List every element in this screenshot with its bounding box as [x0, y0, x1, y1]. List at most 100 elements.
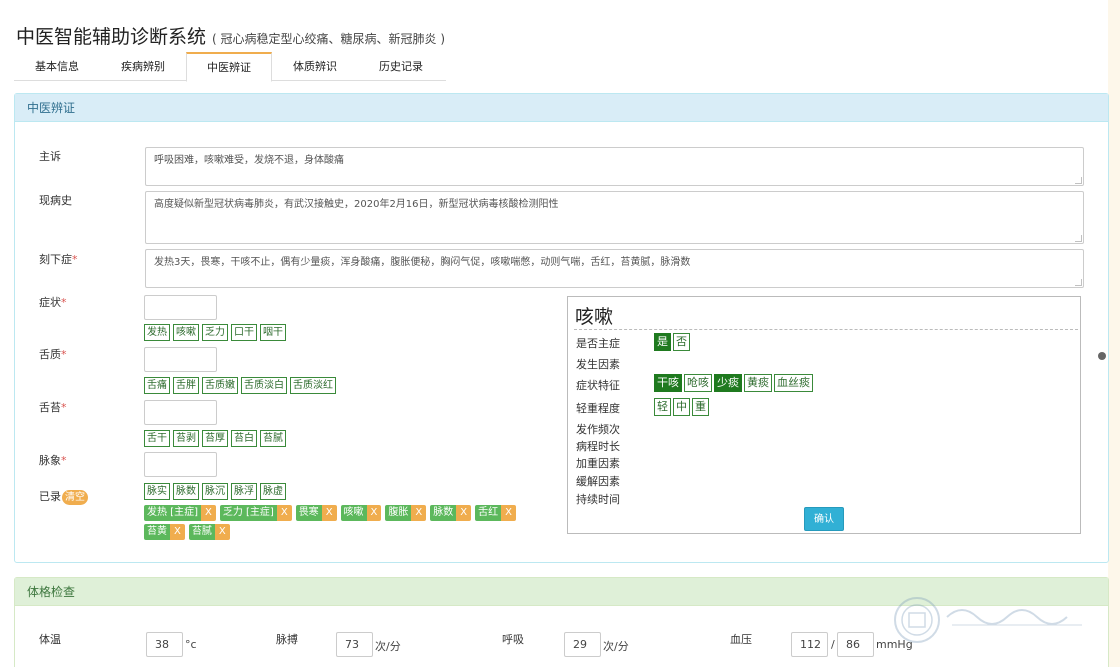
- symptom-chip[interactable]: 咽干: [260, 324, 286, 341]
- tongue-chip[interactable]: 舌质嫩: [202, 377, 238, 394]
- option-yellow-phlegm[interactable]: 黄痰: [744, 374, 772, 392]
- option-yes[interactable]: 是: [654, 333, 671, 351]
- tongue-chip[interactable]: 舌痛: [144, 377, 170, 394]
- remove-tag-button[interactable]: X: [214, 524, 230, 540]
- pulse-rate-label: 脉搏: [276, 633, 298, 646]
- recorded-label: 已录 清空: [39, 488, 88, 505]
- systolic-input[interactable]: 112: [791, 632, 828, 657]
- symptom-chips: 发热 咳嗽 乏力 口干 咽干: [144, 324, 286, 341]
- diastolic-input[interactable]: 86: [837, 632, 874, 657]
- remove-tag-button[interactable]: X: [411, 505, 427, 521]
- present-history-label: 现病史: [39, 194, 72, 207]
- remove-tag-button[interactable]: X: [321, 505, 337, 521]
- option-no[interactable]: 否: [673, 333, 690, 351]
- pulse-rate-input[interactable]: 73: [336, 632, 373, 657]
- remove-tag-button[interactable]: X: [170, 524, 185, 540]
- tongue-chip[interactable]: 舌质淡红: [290, 377, 336, 394]
- divider: [574, 329, 1078, 330]
- remove-tag-button[interactable]: X: [200, 505, 216, 521]
- recorded-tag: 舌红 X: [475, 505, 516, 521]
- detail-row-relieving: 缓解因素: [576, 475, 620, 488]
- option-severe[interactable]: 重: [692, 398, 709, 416]
- option-blood-phlegm[interactable]: 血丝痰: [774, 374, 813, 392]
- pulse-chip[interactable]: 脉数: [173, 483, 199, 500]
- bp-separator: /: [831, 638, 835, 651]
- remove-tag-button[interactable]: X: [366, 505, 382, 521]
- app-title: 中医智能辅助诊断系统 ( 冠心病稳定型心绞痛、糖尿病、新冠肺炎 ): [16, 22, 445, 49]
- pulse-chip[interactable]: 脉浮: [231, 483, 257, 500]
- detail-row-duration: 病程时长: [576, 440, 620, 453]
- coating-chip[interactable]: 苔厚: [202, 430, 228, 447]
- tongue-label: 舌质*: [39, 348, 67, 361]
- coating-input[interactable]: [144, 400, 217, 425]
- option-choking-cough[interactable]: 呛咳: [684, 374, 712, 392]
- tab-disease-identification[interactable]: 疾病辨别: [100, 52, 186, 81]
- current-symptoms-label: 刻下症*: [39, 253, 78, 266]
- tab-tcm-differentiation[interactable]: 中医辨证: [186, 52, 272, 82]
- recorded-tag: 发热 [主症] X: [144, 505, 216, 521]
- option-mild[interactable]: 轻: [654, 398, 671, 416]
- app-title-text: 中医智能辅助诊断系统: [16, 26, 207, 48]
- option-little-phlegm[interactable]: 少痰: [714, 374, 742, 392]
- tongue-chips: 舌痛 舌胖 舌质嫩 舌质淡白 舌质淡红: [144, 377, 336, 394]
- tab-constitution[interactable]: 体质辨识: [272, 52, 358, 81]
- remove-tag-button[interactable]: X: [276, 505, 292, 521]
- detail-row-main-symptom: 是否主症: [576, 337, 620, 350]
- recorded-tag: 苔黄 X: [144, 524, 185, 540]
- temperature-label: 体温: [39, 633, 61, 646]
- symptom-chip[interactable]: 发热: [144, 324, 170, 341]
- remove-tag-button[interactable]: X: [456, 505, 472, 521]
- pulse-chip[interactable]: 脉实: [144, 483, 170, 500]
- respiration-label: 呼吸: [502, 633, 524, 646]
- tab-bar: 基本信息 疾病辨别 中医辨证 体质辨识 历史记录: [14, 52, 446, 82]
- remove-tag-button[interactable]: X: [501, 505, 516, 521]
- detail-row-cause: 发生因素: [576, 358, 620, 371]
- detail-row-frequency: 发作频次: [576, 423, 620, 436]
- symptom-label: 症状*: [39, 296, 67, 309]
- clear-button[interactable]: 清空: [62, 490, 88, 505]
- present-history-textarea[interactable]: 高度疑似新型冠状病毒肺炎，有武汉接触史，2020年2月16日，新型冠状病毒核酸检…: [145, 191, 1084, 244]
- symptom-chip[interactable]: 口干: [231, 324, 257, 341]
- pulse-label: 脉象*: [39, 454, 67, 467]
- option-dry-cough[interactable]: 干咳: [654, 374, 682, 392]
- tab-basic-info[interactable]: 基本信息: [14, 52, 100, 81]
- recorded-row: 苔黄 X 苔腻 X: [144, 524, 544, 540]
- recorded-tag: 腹胀 X: [385, 505, 427, 521]
- symptom-detail-card: 咳嗽 是否主症 是 否 发生因素 症状特征 干咳 呛咳 少痰 黄痰 血丝痰 轻重…: [567, 296, 1081, 534]
- pulse-chip[interactable]: 脉虚: [260, 483, 286, 500]
- pulse-rate-unit: 次/分: [375, 640, 401, 653]
- chief-complaint-textarea[interactable]: 呼吸困难，咳嗽难受，发烧不退，身体酸痛: [145, 147, 1084, 186]
- page-dot: [1098, 352, 1106, 360]
- coating-label: 舌苔*: [39, 401, 67, 414]
- watermark-logo: [894, 597, 1082, 643]
- feature-options: 干咳 呛咳 少痰 黄痰 血丝痰: [654, 374, 813, 392]
- recorded-tag: 乏力 [主症] X: [219, 505, 292, 521]
- symptom-input[interactable]: [144, 295, 217, 320]
- page: 中医智能辅助诊断系统 ( 冠心病稳定型心绞痛、糖尿病、新冠肺炎 ) 基本信息 疾病…: [0, 0, 1109, 667]
- symptom-chip[interactable]: 乏力: [202, 324, 228, 341]
- pulse-chip[interactable]: 脉沉: [202, 483, 228, 500]
- respiration-input[interactable]: 29: [564, 632, 601, 657]
- coating-chip[interactable]: 舌干: [144, 430, 170, 447]
- coating-chip[interactable]: 苔白: [231, 430, 257, 447]
- coating-chip[interactable]: 苔腻: [260, 430, 286, 447]
- temperature-input[interactable]: 38: [146, 632, 183, 657]
- current-symptoms-textarea[interactable]: 发热3天，畏寒，干咳不止，偶有少量痰，浑身酸痛，腹胀便秘，胸闷气促，咳嗽喘憋，动…: [145, 249, 1084, 288]
- main-symptom-options: 是 否: [654, 333, 690, 351]
- tongue-input[interactable]: [144, 347, 217, 372]
- tongue-chip[interactable]: 舌胖: [173, 377, 199, 394]
- coating-chips: 舌干 苔剥 苔厚 苔白 苔腻: [144, 430, 286, 447]
- tab-history[interactable]: 历史记录: [358, 52, 444, 81]
- symptom-chip[interactable]: 咳嗽: [173, 324, 199, 341]
- temperature-unit: °c: [185, 638, 197, 651]
- tongue-chip[interactable]: 舌质淡白: [241, 377, 287, 394]
- confirm-button[interactable]: 确认: [804, 507, 844, 531]
- pulse-chips: 脉实 脉数 脉沉 脉浮 脉虚: [144, 483, 286, 500]
- panel-title: 中医辨证: [15, 94, 1108, 122]
- blood-pressure-label: 血压: [730, 633, 752, 646]
- option-moderate[interactable]: 中: [673, 398, 690, 416]
- pulse-input[interactable]: [144, 452, 217, 477]
- recorded-tag: 咳嗽 X: [340, 505, 382, 521]
- coating-chip[interactable]: 苔剥: [173, 430, 199, 447]
- respiration-unit: 次/分: [603, 640, 629, 653]
